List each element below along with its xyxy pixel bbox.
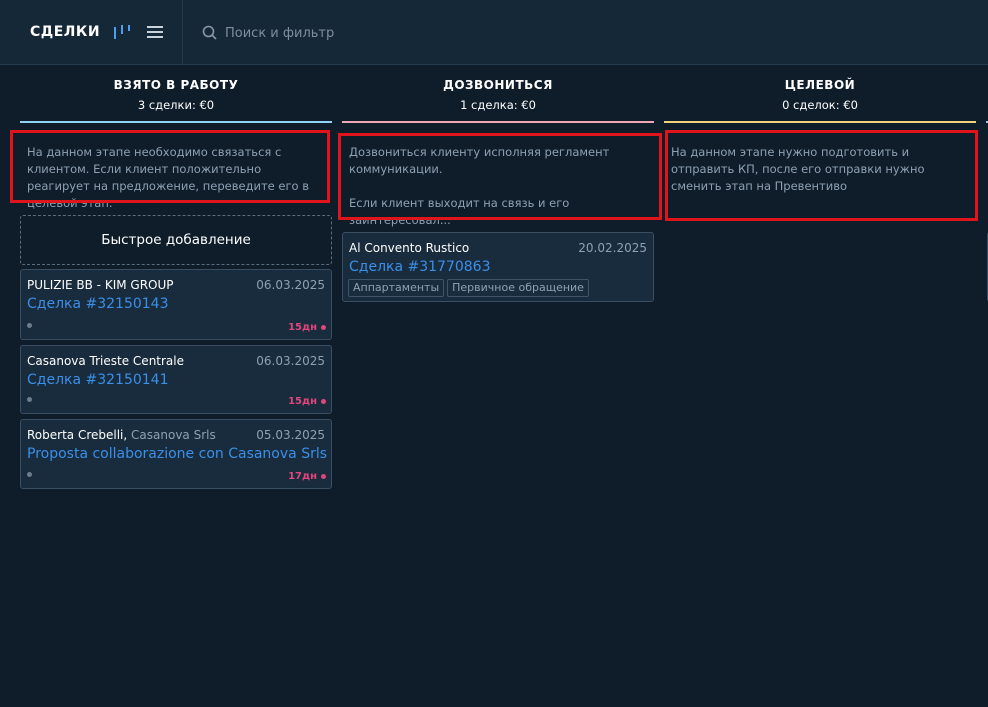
deal-link[interactable]: Сделка #32150143 [27, 296, 169, 312]
column-color-bar [664, 121, 976, 123]
contact-name[interactable]: Casanova Trieste Centrale [27, 354, 184, 368]
card-date: 06.03.2025 [256, 354, 325, 368]
column-header-call[interactable]: ДОЗВОНИТЬСЯ 1 сделка: €0 [342, 78, 654, 112]
overdue-dot-icon [321, 325, 326, 330]
deal-card[interactable]: Roberta Crebelli, Casanova Srls 05.03.20… [20, 419, 332, 489]
overdue-badge: 15дн [288, 396, 326, 407]
stage-description: На данном этапе нужно подготовить и отпр… [671, 145, 925, 193]
column-summary: 0 сделок: €0 [782, 98, 858, 112]
column-header-in-progress[interactable]: ВЗЯТО В РАБОТУ 3 сделки: €0 [20, 78, 332, 112]
deal-link[interactable]: Proposta collaborazione con Casanova Srl… [27, 446, 327, 462]
description-line: Если клиент выходит на связь и его заинт… [349, 196, 570, 227]
company-name[interactable]: Casanova Srls [131, 428, 216, 442]
column-summary: 1 сделка: €0 [460, 98, 536, 112]
overdue-dot-icon [321, 399, 326, 404]
page-title: СДЕЛКИ [30, 24, 101, 40]
deal-card[interactable]: Al Convento Rustico 20.02.2025 Сделка #3… [342, 232, 654, 302]
card-date: 05.03.2025 [256, 428, 325, 442]
column-name: ДОЗВОНИТЬСЯ [443, 78, 553, 92]
card-date: 20.02.2025 [578, 241, 647, 255]
overdue-dot-icon [321, 474, 326, 479]
contact-name[interactable]: Roberta Crebelli, [27, 428, 127, 442]
overdue-days: 15дн [288, 396, 317, 407]
description-line: Дозвониться клиенту исполняя регламент к… [349, 145, 610, 176]
overdue-badge: 17дн [288, 471, 326, 482]
overdue-days: 15дн [288, 322, 317, 333]
column-color-bar [20, 121, 332, 123]
deal-link[interactable]: Сделка #31770863 [349, 259, 491, 275]
deal-link[interactable]: Сделка #32150141 [27, 372, 169, 388]
stage-description: Дозвониться клиенту исполняя регламент к… [342, 134, 654, 229]
list-menu-icon[interactable] [147, 25, 163, 39]
column-summary: 3 сделки: €0 [137, 98, 215, 112]
column-header-target[interactable]: ЦЕЛЕВОЙ 0 сделок: €0 [664, 78, 976, 112]
column-name: ВЗЯТО В РАБОТУ [113, 78, 239, 92]
status-dot-icon [27, 472, 32, 477]
search-icon [202, 25, 217, 40]
pipeline-view-icon[interactable] [113, 24, 131, 40]
topbar-divider [182, 0, 183, 65]
tag-list: Аппартаменты Первичное обращение [348, 279, 589, 297]
card-header: Roberta Crebelli, Casanova Srls 05.03.20… [27, 428, 325, 444]
overdue-days: 17дн [288, 471, 317, 482]
overdue-badge: 15дн [288, 322, 326, 333]
deal-card[interactable]: Casanova Trieste Centrale 06.03.2025 Сде… [20, 345, 332, 414]
column-color-bar [342, 121, 654, 123]
tag[interactable]: Первичное обращение [447, 279, 589, 297]
card-header: Al Convento Rustico 20.02.2025 [349, 241, 647, 257]
stage-description: На данном этапе необходимо связаться с к… [27, 145, 310, 210]
search-bar[interactable] [202, 22, 602, 44]
quick-add-button[interactable]: Быстрое добавление [20, 215, 332, 265]
contact-name[interactable]: Al Convento Rustico [349, 241, 469, 255]
tag[interactable]: Аппартаменты [348, 279, 445, 297]
contact-name[interactable]: PULIZIE BB - KIM GROUP [27, 278, 174, 292]
deal-card[interactable]: PULIZIE BB - KIM GROUP 06.03.2025 Сделка… [20, 269, 332, 340]
column-name: ЦЕЛЕВОЙ [784, 78, 856, 92]
top-bar: СДЕЛКИ [0, 0, 988, 65]
status-dot-icon [27, 323, 32, 328]
search-input[interactable] [225, 25, 585, 41]
card-header: Casanova Trieste Centrale 06.03.2025 [27, 354, 325, 370]
card-header: PULIZIE BB - KIM GROUP 06.03.2025 [27, 278, 325, 294]
card-date: 06.03.2025 [256, 278, 325, 292]
status-dot-icon [27, 397, 32, 402]
